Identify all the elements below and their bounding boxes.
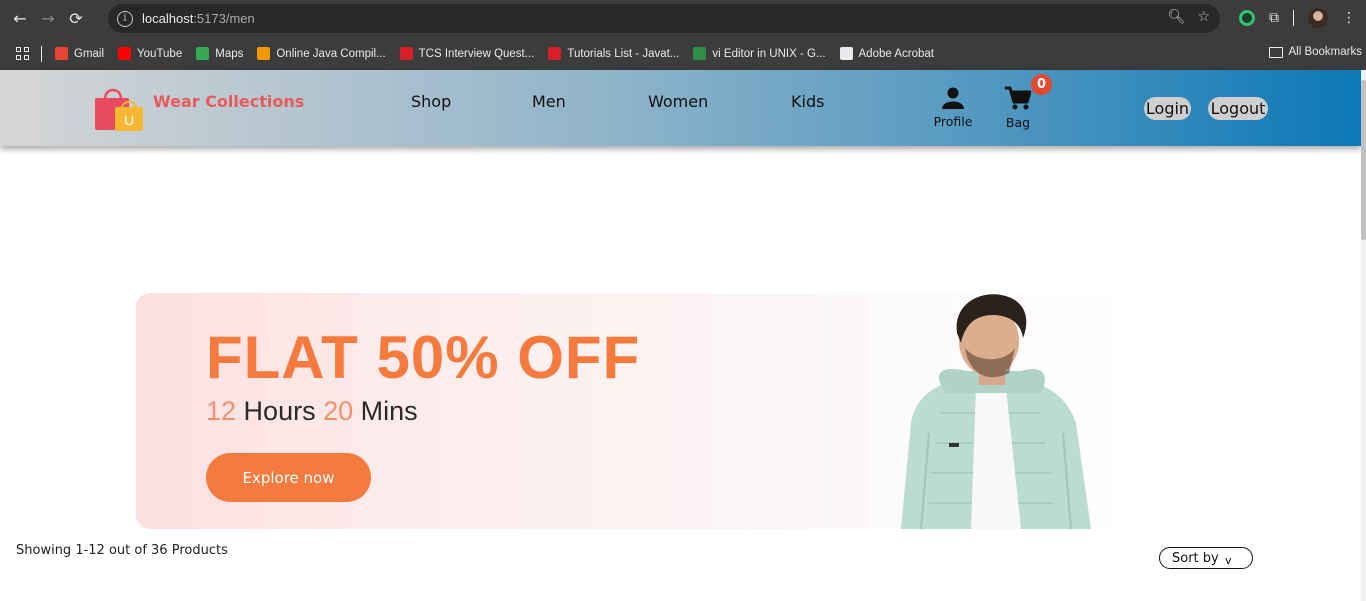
mins-label: Mins [353, 396, 418, 426]
profile-label: Profile [933, 114, 973, 129]
globe-icon [839, 47, 853, 60]
zoom-icon[interactable]: 🔍︎ [1168, 9, 1186, 25]
cart-icon [1005, 86, 1032, 110]
banner-headline: FLAT 50% OFF [206, 324, 641, 391]
extension-icon[interactable] [1239, 10, 1255, 26]
bookmark-item[interactable]: Online Java Compil... [257, 47, 386, 60]
nav-men[interactable]: Men [532, 92, 566, 111]
bookmark-label: TCS Interview Quest... [418, 47, 535, 60]
bookmark-label: Online Java Compil... [276, 47, 386, 60]
bookmark-item[interactable]: YouTube [118, 47, 182, 60]
brand-name[interactable]: Wear Collections [153, 92, 304, 111]
hours-value: 12 [206, 396, 237, 426]
bookmark-label: Tutorials List - Javat... [567, 47, 680, 60]
bookmark-item[interactable]: Tutorials List - Javat... [548, 47, 679, 60]
shopping-bag-logo[interactable]: U [95, 85, 143, 131]
product-count-text: Showing 1-12 out of 36 Products [16, 543, 228, 558]
bag-label: Bag [1005, 115, 1031, 130]
bookmark-item[interactable]: Maps [196, 47, 243, 60]
promo-banner: FLAT 50% OFF 12 Hours 20 Mins Explore no… [136, 293, 1246, 529]
bookmark-item[interactable]: vi Editor in UNIX - G... [693, 47, 826, 60]
bag-count-badge: 0 [1031, 74, 1052, 95]
youtube-icon [118, 47, 132, 60]
bookmark-label: vi Editor in UNIX - G... [712, 47, 826, 60]
toolbar-divider [1293, 10, 1294, 26]
bookmark-label: Adobe Acrobat [858, 47, 934, 60]
scrollbar-thumb[interactable] [1361, 80, 1366, 240]
extensions-puzzle-icon[interactable]: ⧉ [1269, 10, 1279, 26]
banner-countdown: 12 Hours 20 Mins [206, 396, 418, 427]
url-text[interactable]: localhost:5173/men [142, 11, 255, 26]
page-scrollbar[interactable] [1361, 70, 1366, 601]
sun-icon [257, 47, 271, 60]
explore-now-button[interactable]: Explore now [206, 453, 371, 502]
back-icon[interactable]: ← [6, 5, 34, 33]
chevron-down-icon: v [1225, 554, 1232, 567]
site-info-icon[interactable]: i [117, 10, 133, 27]
javatpoint-icon [548, 47, 562, 60]
all-bookmarks-label: All Bookmarks [1288, 46, 1363, 58]
bookmarks-bar: Gmail YouTube Maps Online Java Compil... TCS… [0, 37, 1366, 70]
nav-women[interactable]: Women [648, 92, 708, 111]
bookmark-item[interactable]: Gmail [55, 47, 104, 60]
sort-by-dropdown[interactable]: Sort by v [1159, 547, 1253, 569]
login-button[interactable]: Login [1144, 97, 1191, 120]
sort-by-label: Sort by [1172, 550, 1219, 566]
all-bookmarks-button[interactable]: All Bookmarks [1268, 46, 1363, 58]
apps-grid-icon[interactable] [16, 46, 30, 61]
browser-toolbar: ← → ⟳ i localhost:5173/men 🔍︎ ☆ ⧉ ⋮ [0, 0, 1366, 37]
svg-text:U: U [124, 112, 134, 128]
menu-kebab-icon[interactable]: ⋮ [1342, 10, 1356, 26]
bookmark-star-icon[interactable]: ☆ [1197, 9, 1210, 25]
nav-kids[interactable]: Kids [791, 92, 824, 111]
mins-value: 20 [323, 396, 354, 426]
bookmark-label: Maps [215, 47, 244, 60]
profile-button[interactable]: Profile [932, 87, 974, 129]
bookmarks-divider [41, 45, 42, 62]
gmail-icon [55, 47, 68, 60]
address-bar[interactable]: i localhost:5173/men 🔍︎ ☆ [108, 4, 1220, 33]
model-jacket-image [901, 294, 1091, 529]
hours-label: Hours [236, 396, 324, 426]
bookmark-item[interactable]: TCS Interview Quest... [399, 47, 535, 60]
bag-button[interactable]: Bag [1003, 86, 1033, 130]
tcs-icon [399, 47, 413, 60]
maps-icon [196, 47, 210, 60]
bookmark-label: YouTube [137, 47, 183, 60]
forward-icon[interactable]: → [34, 5, 62, 33]
user-icon [942, 87, 964, 109]
gfg-icon [693, 47, 707, 60]
reload-icon[interactable]: ⟳ [62, 5, 90, 33]
bookmark-label: Gmail [74, 47, 105, 60]
folder-icon [1268, 46, 1283, 58]
nav-shop[interactable]: Shop [411, 92, 451, 111]
logout-button[interactable]: Logout [1208, 97, 1268, 120]
profile-avatar[interactable] [1308, 8, 1328, 28]
bookmark-item[interactable]: Adobe Acrobat [839, 47, 934, 60]
